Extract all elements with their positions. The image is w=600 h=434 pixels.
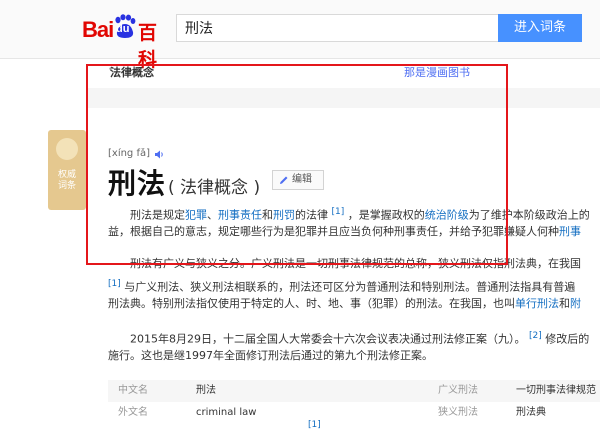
link-attached[interactable]: 附 (570, 297, 581, 310)
enter-entry-button[interactable]: 进入词条 (498, 14, 582, 42)
info-value: 一切刑事法律规范 (516, 385, 596, 396)
table-row: 中文名 刑法 广义刑法 一切刑事法律规范 (108, 380, 600, 402)
logo-du-text: du (116, 23, 130, 35)
table-row: [1] (108, 420, 600, 434)
info-key: 中文名 (118, 385, 148, 396)
logo-bai-text: Bai (82, 17, 114, 42)
badge-line-1: 权威 (57, 170, 76, 180)
link-criminal[interactable]: 刑事 (559, 225, 581, 238)
search-box (176, 14, 498, 42)
baidu-baike-logo[interactable]: Bai du 百科 (82, 14, 170, 71)
badge-emblem-icon (56, 138, 78, 160)
info-key: 广义刑法 (438, 385, 478, 396)
info-value: 刑法 (196, 385, 216, 396)
badge-line-2: 词条 (57, 181, 76, 191)
reference-1b[interactable]: [1] (108, 279, 121, 289)
search-input[interactable] (177, 15, 493, 41)
highlight-box (86, 64, 508, 265)
reference-2[interactable]: [2] (529, 331, 542, 341)
paragraph-2-line-3: 刑法典。特别刑法指仅使用于特定的人、时、地、事（犯罪）的刑法。在我国，也叫单行刑… (108, 297, 581, 310)
authority-badge[interactable]: 权威 词条 (48, 130, 86, 210)
link-separate-criminal-law[interactable]: 单行刑法 (515, 297, 559, 310)
paragraph-3-line-2: 施行。这也是继1997年全面修订刑法后通过的第九个刑法修正案。 (108, 349, 433, 362)
reference-1c[interactable]: [1] (308, 418, 321, 432)
